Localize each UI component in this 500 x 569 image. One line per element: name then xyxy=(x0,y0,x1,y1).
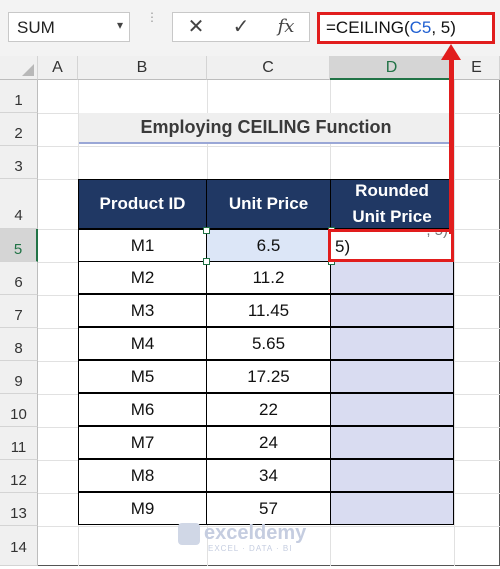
row-header-14[interactable]: 14 xyxy=(0,526,38,566)
cell-rounded-price[interactable] xyxy=(330,294,454,327)
formula-prefix: =CEILING( xyxy=(326,18,410,37)
insert-function-icon[interactable]: fx xyxy=(273,15,299,39)
edit-cell-text: 5) xyxy=(335,237,351,256)
arrow-up-icon xyxy=(441,44,461,60)
watermark-tagline: EXCEL · DATA · BI xyxy=(208,544,293,553)
header-rounded-unit-price[interactable]: Rounded Unit Price xyxy=(330,179,454,229)
formula-cell-ref: C5 xyxy=(409,18,432,37)
drag-handle-icon[interactable]: ⋮ xyxy=(146,11,158,42)
column-header-c[interactable]: C xyxy=(207,56,330,80)
cell-unit-price[interactable]: 11.45 xyxy=(206,294,331,327)
cell-rounded-price[interactable] xyxy=(330,393,454,426)
row-header-7[interactable]: 7 xyxy=(0,295,38,328)
cell-unit-price[interactable]: 24 xyxy=(206,426,331,459)
row-header-5[interactable]: 5 xyxy=(0,229,38,262)
cell-rounded-price[interactable] xyxy=(330,261,454,294)
column-header-a[interactable]: A xyxy=(38,56,78,80)
grid-line xyxy=(38,146,500,147)
cell-product-id[interactable]: M5 xyxy=(78,360,207,393)
row-header-2[interactable]: 2 xyxy=(0,113,38,146)
cell-product-id[interactable]: M6 xyxy=(78,393,207,426)
row-header-9[interactable]: 9 xyxy=(0,361,38,394)
name-box-value: SUM xyxy=(17,18,55,37)
cell-product-id[interactable]: M9 xyxy=(78,492,207,525)
cell-product-id[interactable]: M4 xyxy=(78,327,207,360)
row-header-3[interactable]: 3 xyxy=(0,146,38,179)
watermark-logo: exceldemy EXCEL · DATA · BI xyxy=(178,522,328,553)
enter-icon[interactable]: ✓ xyxy=(228,15,254,39)
formula-input[interactable]: =CEILING(C5, 5) xyxy=(317,12,495,44)
cancel-icon[interactable]: ✕ xyxy=(183,15,209,39)
row-header-1[interactable]: 1 xyxy=(0,80,38,113)
cell-rounded-price[interactable] xyxy=(330,459,454,492)
cell-product-id[interactable]: M1 xyxy=(78,229,207,262)
edit-cell-overflow: , 5) xyxy=(426,229,448,239)
row-header-4[interactable]: 4 xyxy=(0,179,38,229)
cell-product-id[interactable]: M7 xyxy=(78,426,207,459)
formula-buttons: ✕ ✓ fx xyxy=(172,12,310,42)
cell-unit-price[interactable]: 22 xyxy=(206,393,331,426)
cell-unit-price-selected[interactable]: 6.5 xyxy=(206,229,331,262)
cell-unit-price[interactable]: 34 xyxy=(206,459,331,492)
cell-unit-price[interactable]: 17.25 xyxy=(206,360,331,393)
cell-product-id[interactable]: M8 xyxy=(78,459,207,492)
selection-handle[interactable] xyxy=(203,227,210,234)
header-unit-price[interactable]: Unit Price xyxy=(206,179,331,229)
column-header-b[interactable]: B xyxy=(78,56,207,80)
cell-rounded-price[interactable] xyxy=(330,360,454,393)
annotation-arrow-base xyxy=(449,228,454,234)
cell-rounded-price[interactable] xyxy=(330,492,454,525)
cell-rounded-price[interactable] xyxy=(330,426,454,459)
row-header-10[interactable]: 10 xyxy=(0,394,38,427)
annotation-arrow xyxy=(449,60,454,232)
cell-unit-price[interactable]: 11.2 xyxy=(206,261,331,294)
row-header-11[interactable]: 11 xyxy=(0,427,38,460)
formula-bar: SUM ▾ ⋮ ✕ ✓ fx =CEILING(C5, 5) xyxy=(0,0,500,56)
select-all-corner[interactable] xyxy=(0,56,38,80)
selection-handle[interactable] xyxy=(203,258,210,265)
column-header-d[interactable]: D xyxy=(330,56,454,80)
formula-suffix: , 5) xyxy=(431,18,456,37)
chevron-down-icon[interactable]: ▾ xyxy=(117,18,123,32)
watermark-name: exceldemy xyxy=(204,522,307,544)
row-header-8[interactable]: 8 xyxy=(0,328,38,361)
row-header-6[interactable]: 6 xyxy=(0,262,38,295)
row-header-12[interactable]: 12 xyxy=(0,460,38,493)
sheet-title[interactable]: Employing CEILING Function xyxy=(79,113,453,144)
cell-unit-price[interactable]: 57 xyxy=(206,492,331,525)
cell-rounded-price[interactable] xyxy=(330,327,454,360)
active-edit-cell[interactable]: 5) , 5) xyxy=(328,229,454,262)
exceldemy-logo-icon xyxy=(178,522,200,545)
header-product-id[interactable]: Product ID xyxy=(78,179,207,229)
cell-unit-price[interactable]: 5.65 xyxy=(206,327,331,360)
name-box[interactable]: SUM ▾ xyxy=(8,12,130,42)
cell-product-id[interactable]: M2 xyxy=(78,261,207,294)
cell-product-id[interactable]: M3 xyxy=(78,294,207,327)
row-header-13[interactable]: 13 xyxy=(0,493,38,526)
